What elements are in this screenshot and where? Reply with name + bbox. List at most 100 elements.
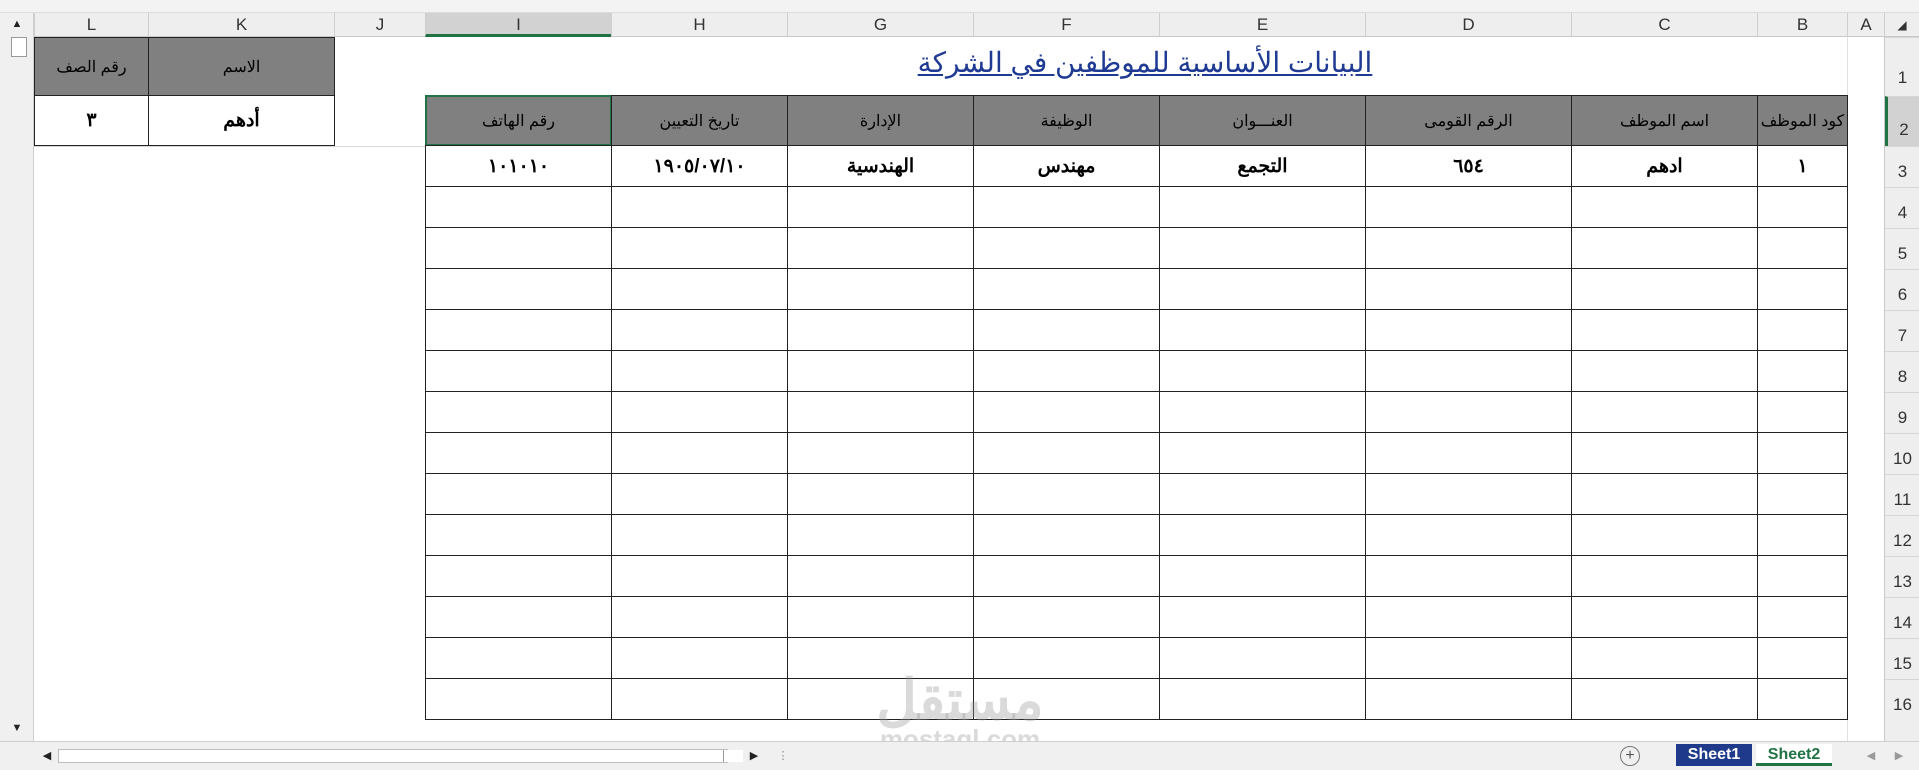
lookup-header-row-number[interactable]: رقم الصف (34, 37, 149, 96)
table-empty-cell[interactable] (1757, 432, 1848, 474)
table-header-employee-name[interactable]: اسم الموظف (1571, 95, 1758, 146)
table-empty-cell[interactable] (787, 350, 974, 392)
table-empty-cell[interactable] (787, 432, 974, 474)
table-empty-cell[interactable] (973, 678, 1160, 720)
table-empty-cell[interactable] (611, 555, 788, 597)
table-empty-cell[interactable] (611, 186, 788, 228)
table-empty-cell[interactable] (787, 227, 974, 269)
table-empty-cell[interactable] (1365, 596, 1572, 638)
table-header-employee-code[interactable]: كود الموظف (1757, 95, 1848, 146)
table-header-department[interactable]: الإدارة (787, 95, 974, 146)
tab-sheet2[interactable]: Sheet2 (1756, 744, 1832, 766)
table-empty-cell[interactable] (1365, 555, 1572, 597)
table-empty-cell[interactable] (1757, 350, 1848, 392)
splitter-dots-icon[interactable]: ⋮ (774, 747, 792, 765)
table-empty-cell[interactable] (1571, 186, 1758, 228)
table-empty-cell[interactable] (787, 473, 974, 515)
column-header-F[interactable]: F (973, 13, 1159, 37)
lookup-value-row-number[interactable]: ٣ (34, 95, 149, 146)
row-header-8[interactable]: 8 (1885, 351, 1919, 392)
tab-sheet1[interactable]: Sheet1 (1676, 744, 1752, 766)
table-cell-job[interactable]: مهندس (973, 145, 1160, 187)
table-empty-cell[interactable] (1365, 268, 1572, 310)
column-header-J[interactable]: J (334, 13, 425, 37)
table-header-address[interactable]: العنـــوان (1159, 95, 1366, 146)
column-header-E[interactable]: E (1159, 13, 1365, 37)
table-empty-cell[interactable] (1159, 350, 1366, 392)
table-empty-cell[interactable] (973, 514, 1160, 556)
table-empty-cell[interactable] (973, 596, 1160, 638)
table-empty-cell[interactable] (425, 555, 612, 597)
table-empty-cell[interactable] (973, 186, 1160, 228)
lookup-header-name[interactable]: الاسم (148, 37, 335, 96)
table-empty-cell[interactable] (973, 637, 1160, 679)
row-header-12[interactable]: 12 (1885, 515, 1919, 556)
row-header-3[interactable]: 3 (1885, 146, 1919, 187)
row-header-7[interactable]: 7 (1885, 310, 1919, 351)
table-empty-cell[interactable] (1571, 227, 1758, 269)
column-header-B[interactable]: B (1757, 13, 1847, 37)
table-empty-cell[interactable] (1571, 391, 1758, 433)
table-header-hire-date[interactable]: تاريخ التعيين (611, 95, 788, 146)
row-header-6[interactable]: 6 (1885, 269, 1919, 310)
table-empty-cell[interactable] (1757, 514, 1848, 556)
row-header-4[interactable]: 4 (1885, 187, 1919, 228)
table-empty-cell[interactable] (425, 432, 612, 474)
table-empty-cell[interactable] (787, 268, 974, 310)
table-header-job[interactable]: الوظيفة (973, 95, 1160, 146)
row-header-9[interactable]: 9 (1885, 392, 1919, 433)
table-empty-cell[interactable] (611, 637, 788, 679)
table-empty-cell[interactable] (1365, 678, 1572, 720)
table-empty-cell[interactable] (611, 227, 788, 269)
table-empty-cell[interactable] (1365, 514, 1572, 556)
table-empty-cell[interactable] (1757, 186, 1848, 228)
table-empty-cell[interactable] (1757, 678, 1848, 720)
column-header-A[interactable]: A (1847, 13, 1884, 37)
table-empty-cell[interactable] (973, 268, 1160, 310)
row-header-1[interactable]: 1 (1885, 37, 1919, 96)
table-empty-cell[interactable] (1365, 391, 1572, 433)
table-header-phone[interactable]: رقم الهاتف (425, 95, 612, 146)
table-empty-cell[interactable] (973, 432, 1160, 474)
column-header-H[interactable]: H (611, 13, 787, 37)
row-header-2[interactable]: 2 (1885, 96, 1919, 146)
table-header-national-id[interactable]: الرقم القومى (1365, 95, 1572, 146)
table-empty-cell[interactable] (973, 227, 1160, 269)
table-empty-cell[interactable] (787, 555, 974, 597)
table-empty-cell[interactable] (1159, 391, 1366, 433)
table-empty-cell[interactable] (425, 227, 612, 269)
table-empty-cell[interactable] (1757, 473, 1848, 515)
table-empty-cell[interactable] (425, 514, 612, 556)
column-header-G[interactable]: G (787, 13, 973, 37)
scroll-right-icon[interactable]: ▶ (745, 747, 763, 765)
row-header-10[interactable]: 10 (1885, 433, 1919, 474)
table-empty-cell[interactable] (1757, 309, 1848, 351)
table-empty-cell[interactable] (425, 678, 612, 720)
table-empty-cell[interactable] (1571, 432, 1758, 474)
table-cell-department[interactable]: الهندسية (787, 145, 974, 187)
table-empty-cell[interactable] (973, 391, 1160, 433)
table-empty-cell[interactable] (1571, 678, 1758, 720)
table-cell-phone[interactable]: ١٠١٠١٠ (425, 145, 612, 187)
table-empty-cell[interactable] (1571, 555, 1758, 597)
table-empty-cell[interactable] (1159, 596, 1366, 638)
table-empty-cell[interactable] (787, 391, 974, 433)
table-empty-cell[interactable] (1159, 309, 1366, 351)
scroll-up-icon[interactable]: ▲ (8, 15, 26, 33)
tab-scroll-left-icon[interactable]: ◀ (1862, 747, 1880, 765)
table-empty-cell[interactable] (1159, 555, 1366, 597)
table-empty-cell[interactable] (611, 432, 788, 474)
column-header-L[interactable]: L (34, 13, 148, 37)
table-empty-cell[interactable] (787, 596, 974, 638)
table-empty-cell[interactable] (425, 596, 612, 638)
table-empty-cell[interactable] (425, 350, 612, 392)
table-empty-cell[interactable] (425, 391, 612, 433)
table-empty-cell[interactable] (1757, 391, 1848, 433)
table-empty-cell[interactable] (1757, 596, 1848, 638)
table-empty-cell[interactable] (1159, 637, 1366, 679)
table-empty-cell[interactable] (973, 555, 1160, 597)
table-empty-cell[interactable] (425, 473, 612, 515)
table-empty-cell[interactable] (787, 678, 974, 720)
scroll-down-icon[interactable]: ▼ (8, 719, 26, 737)
table-cell-national-id[interactable]: ٦٥٤ (1365, 145, 1572, 187)
